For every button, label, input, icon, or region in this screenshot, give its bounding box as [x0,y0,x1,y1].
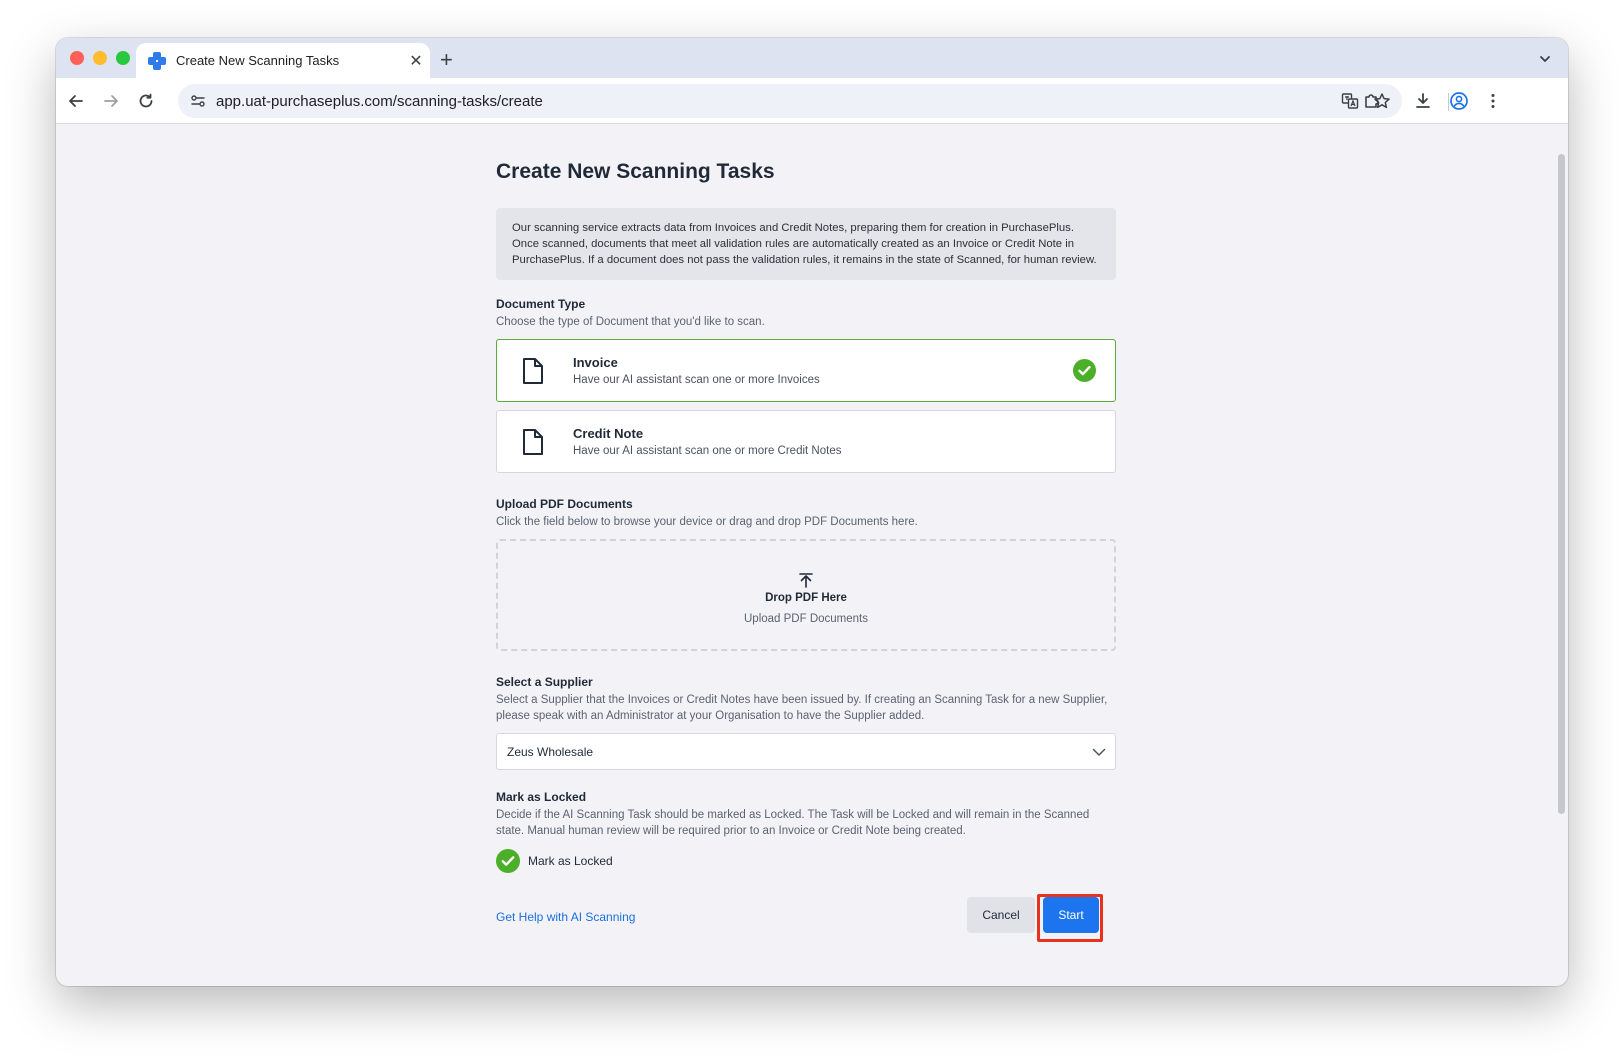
kebab-menu-icon [1491,94,1495,108]
upload-arrow-icon [799,572,813,588]
chevron-down-icon [1092,748,1106,756]
upload-title: Upload PDF Documents [496,497,633,511]
document-type-option-credit-note[interactable]: Credit Note Have our AI assistant scan o… [496,410,1116,473]
info-box: Our scanning service extracts data from … [496,208,1116,280]
tab-search-button[interactable] [1532,46,1558,72]
reload-button[interactable] [134,89,158,113]
profile-button[interactable] [1447,89,1471,113]
upload-section: Upload PDF Documents Click the field bel… [496,497,1116,651]
document-type-section: Document Type Choose the type of Documen… [496,297,1116,473]
profile-avatar-icon [1450,92,1468,110]
option-title: Credit Note [573,426,644,441]
mark-as-locked-label: Mark as Locked [528,854,613,868]
page-viewport: Create New Scanning Tasks Our scanning s… [56,124,1568,986]
drop-subtitle: Upload PDF Documents [744,612,868,625]
locked-title: Mark as Locked [496,790,587,804]
selected-check-icon [1073,359,1096,382]
supplier-description: Select a Supplier that the Invoices or C… [496,694,1108,722]
downloads-button[interactable] [1411,89,1435,113]
supplier-title: Select a Supplier [496,675,593,689]
document-type-description: Choose the type of Document that you'd l… [496,316,765,328]
mark-as-locked-checkbox-row[interactable]: Mark as Locked [496,849,1116,873]
create-scanning-task-form: Create New Scanning Tasks Our scanning s… [496,160,1116,942]
puzzle-icon [1365,94,1379,108]
new-tab-button[interactable]: + [440,47,453,73]
page-scrollbar[interactable] [1558,154,1565,814]
browser-window: Create New Scanning Tasks ✕ + app.uat-pu… [56,38,1568,986]
start-button[interactable]: Start [1043,897,1099,933]
forward-arrow-icon [104,95,118,107]
document-icon [523,428,543,455]
browser-toolbar: app.uat-purchaseplus.com/scanning-tasks/… [56,78,1568,124]
checkbox-checked-icon[interactable] [496,849,520,873]
browser-menu-button[interactable] [1481,89,1505,113]
document-type-option-invoice[interactable]: Invoice Have our AI assistant scan one o… [496,339,1116,402]
url-text: app.uat-purchaseplus.com/scanning-tasks/… [216,92,543,110]
address-bar[interactable]: app.uat-purchaseplus.com/scanning-tasks/… [178,84,1402,118]
browser-tab-active[interactable]: Create New Scanning Tasks ✕ [136,43,430,78]
translate-icon[interactable] [1338,89,1362,113]
upload-description: Click the field below to browse your dev… [496,516,918,528]
document-icon [523,357,543,384]
option-title: Invoice [573,355,618,370]
option-description: Have our AI assistant scan one or more C… [573,445,842,457]
supplier-section: Select a Supplier Select a Supplier that… [496,675,1116,770]
option-description: Have our AI assistant scan one or more I… [573,374,820,386]
close-window-button[interactable] [70,51,84,65]
document-type-title: Document Type [496,297,586,311]
locked-description: Decide if the AI Scanning Task should be… [496,809,1090,837]
chevron-down-icon [1540,56,1550,62]
back-button[interactable] [64,89,88,113]
forward-button[interactable] [99,89,123,113]
minimize-window-button[interactable] [93,51,107,65]
purchaseplus-favicon-icon [148,51,166,70]
site-settings-icon[interactable] [186,89,210,113]
pdf-dropzone[interactable]: Drop PDF Here Upload PDF Documents [496,539,1116,651]
supplier-select[interactable]: Zeus Wholesale [496,733,1116,770]
reload-icon [139,93,153,108]
form-footer: Get Help with AI Scanning Cancel Start [496,894,1116,942]
tab-title: Create New Scanning Tasks [176,53,340,68]
cancel-button[interactable]: Cancel [967,897,1035,933]
mark-as-locked-section: Mark as Locked Decide if the AI Scanning… [496,790,1116,873]
maximize-window-button[interactable] [116,51,130,65]
tab-strip: Create New Scanning Tasks ✕ + [56,38,1568,78]
help-link[interactable]: Get Help with AI Scanning [496,910,635,924]
extensions-button[interactable] [1360,89,1384,113]
drop-title: Drop PDF Here [765,591,847,604]
close-tab-icon[interactable]: ✕ [402,51,430,71]
page-title: Create New Scanning Tasks [496,160,775,183]
supplier-selected-value: Zeus Wholesale [507,744,594,759]
download-icon [1416,93,1430,108]
back-arrow-icon [69,95,83,107]
